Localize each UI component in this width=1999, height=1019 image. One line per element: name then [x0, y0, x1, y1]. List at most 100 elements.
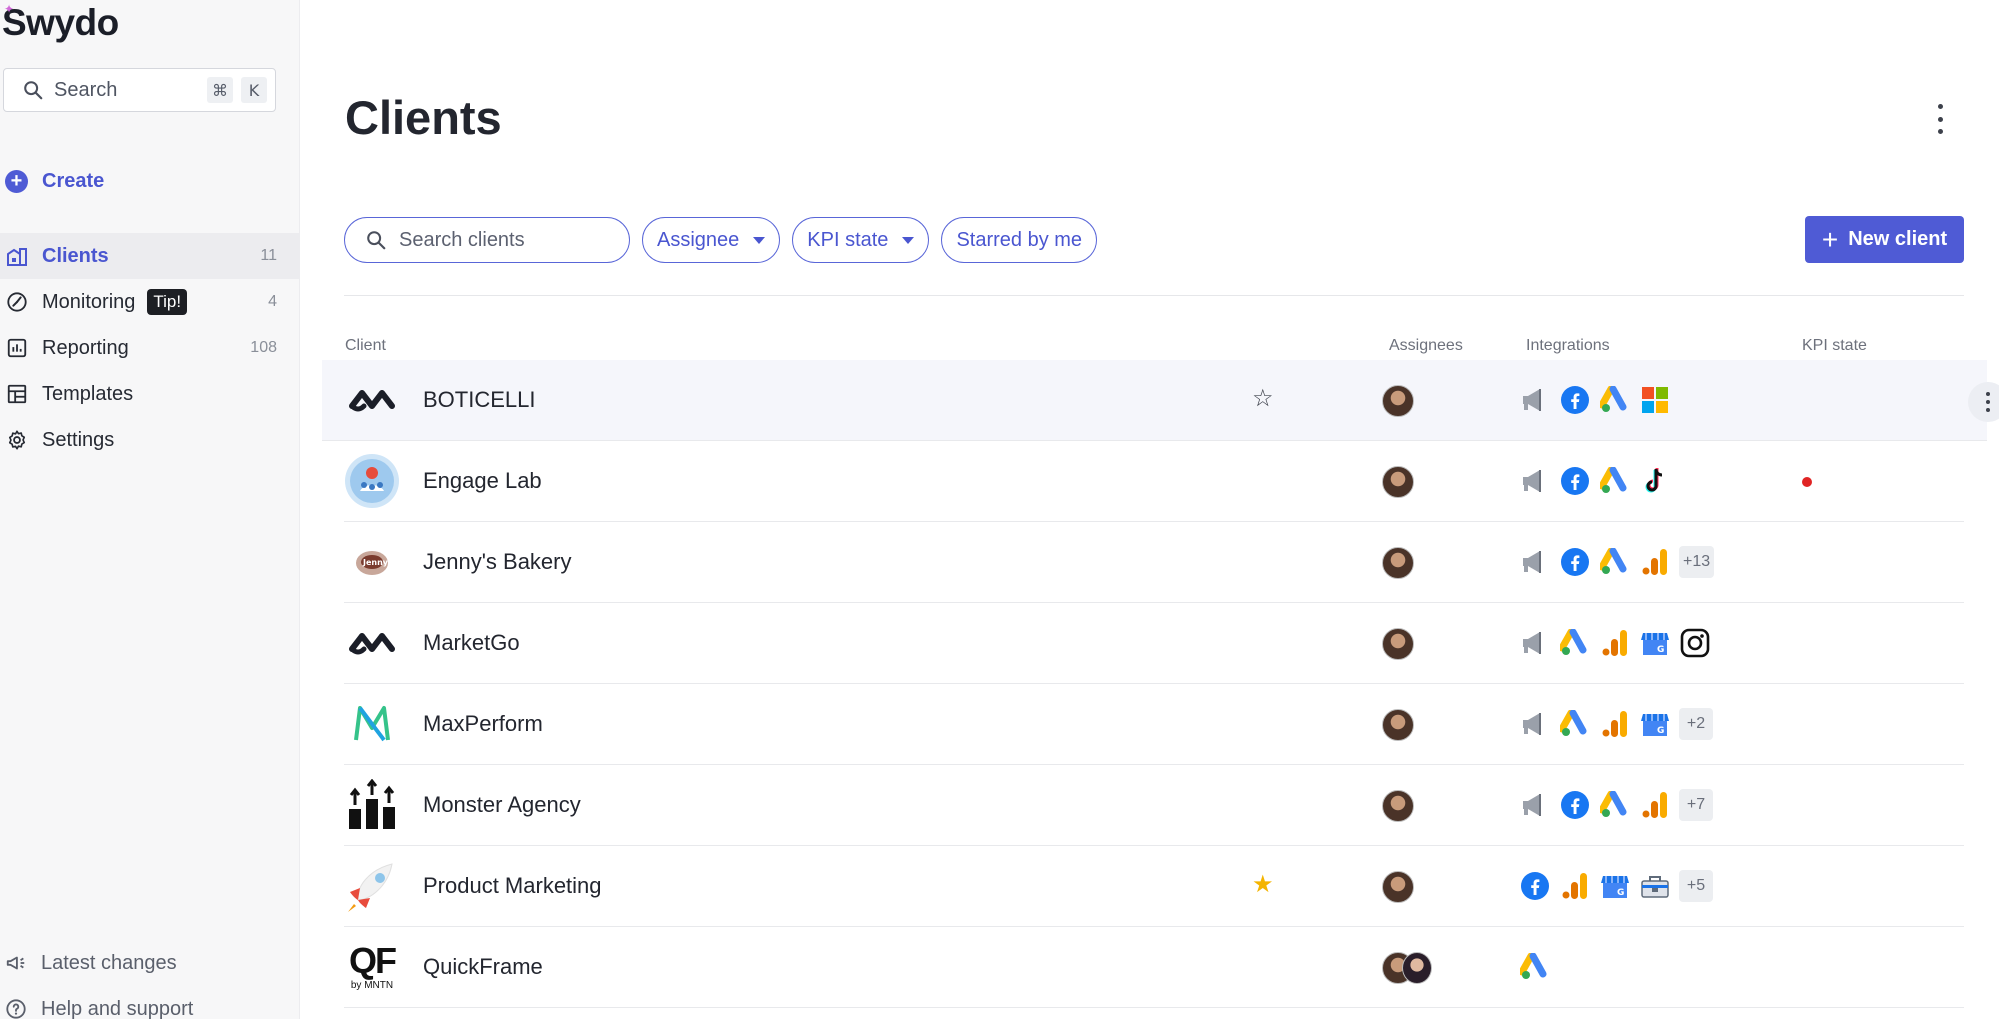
client-name[interactable]: Jenny's Bakery	[423, 549, 572, 575]
client-name[interactable]: MaxPerform	[423, 711, 543, 737]
table-row-content: MarketGo G	[344, 603, 1964, 683]
sidebar-item-count: 108	[250, 339, 277, 356]
sidebar-item-templates[interactable]: Templates	[0, 371, 299, 417]
kpi-state-filter[interactable]: KPI state	[792, 217, 930, 263]
more-integrations-badge[interactable]: +2	[1679, 708, 1713, 740]
assignee-avatar[interactable]	[1382, 871, 1414, 903]
new-client-label: New client	[1848, 228, 1948, 250]
search-clients-placeholder: Search clients	[399, 228, 525, 251]
help-support-link[interactable]: Help and support	[0, 986, 299, 1019]
table-row[interactable]: Engage Lab	[344, 441, 1964, 522]
assignee-avatar[interactable]	[1382, 547, 1414, 579]
facebook-icon	[1559, 465, 1591, 497]
more-integrations-badge[interactable]: +5	[1679, 870, 1713, 902]
assignee-avatar[interactable]	[1402, 952, 1432, 984]
bakery-logo: Jenny	[344, 534, 400, 590]
table-row[interactable]: MaxPerform G +2	[344, 684, 1964, 765]
megaphone-icon	[1519, 546, 1551, 578]
integrations-list	[1519, 949, 1559, 985]
analytics-icon	[1599, 627, 1631, 659]
latest-changes-label: Latest changes	[41, 951, 177, 974]
starred-by-me-filter[interactable]: Starred by me	[941, 217, 1098, 263]
create-label: Create	[42, 170, 105, 192]
quickframe-logo-subtext: by MNTN	[350, 980, 394, 991]
star-filled-icon[interactable]: ★	[1252, 873, 1274, 897]
sidebar-item-settings[interactable]: Settings	[0, 417, 299, 463]
table-row[interactable]: Jenny Jenny's Bakery +13	[344, 522, 1964, 603]
assignee-filter[interactable]: Assignee	[642, 217, 781, 263]
client-name[interactable]: Product Marketing	[423, 873, 602, 899]
sidebar-item-label: Settings	[42, 428, 115, 451]
column-header-kpi-state[interactable]: KPI state	[1802, 337, 1867, 355]
swydo-logo[interactable]: ✦ Swydo	[2, 2, 119, 44]
google-ads-icon	[1559, 627, 1591, 659]
microsoft-icon	[1639, 384, 1671, 416]
business-profile-icon: G	[1599, 870, 1631, 902]
assignee-avatar[interactable]	[1382, 466, 1414, 498]
google-ads-icon	[1519, 951, 1551, 983]
client-name[interactable]: QuickFrame	[423, 954, 543, 980]
sidebar-item-monitoring[interactable]: Monitoring Tip! 4	[0, 279, 299, 325]
assignee-avatar[interactable]	[1382, 790, 1414, 822]
analytics-icon	[1559, 870, 1591, 902]
latest-changes-link[interactable]: Latest changes	[0, 940, 299, 986]
client-name[interactable]: Monster Agency	[423, 792, 581, 818]
shortcut-command-key: ⌘	[207, 77, 233, 103]
sidebar-item-clients[interactable]: Clients 11	[0, 233, 299, 279]
assignee-avatar[interactable]	[1382, 709, 1414, 741]
integrations-list: G	[1519, 625, 1719, 661]
star-outline-icon[interactable]: ☆	[1252, 387, 1274, 411]
sidebar-nav: Clients 11 Monitoring Tip! 4 Reporting 1…	[0, 233, 299, 463]
analytics-icon	[1639, 546, 1671, 578]
google-ads-icon	[1599, 465, 1631, 497]
assignee-avatar[interactable]	[1382, 385, 1414, 417]
column-header-client[interactable]: Client	[345, 337, 386, 355]
sidebar-search-label: Search	[54, 78, 118, 101]
clients-building-icon	[5, 244, 29, 268]
megaphone-icon	[1519, 789, 1551, 821]
sidebar-search[interactable]: Search ⌘ K	[3, 68, 276, 112]
settings-gear-icon	[5, 428, 29, 452]
facebook-icon	[1519, 870, 1551, 902]
quickframe-logo: QF by MNTN	[344, 939, 400, 995]
page-menu-kebab-icon[interactable]	[1930, 104, 1950, 134]
column-header-integrations: Integrations	[1526, 337, 1610, 354]
table-row[interactable]: QF by MNTN QuickFrame	[344, 927, 1964, 1008]
starred-filter-label: Starred by me	[956, 228, 1083, 251]
client-name[interactable]: Engage Lab	[423, 468, 542, 494]
more-integrations-badge[interactable]: +7	[1679, 789, 1713, 821]
facebook-icon	[1559, 789, 1591, 821]
analytics-icon	[1639, 789, 1671, 821]
sidebar-item-count: 4	[268, 293, 277, 310]
row-menu-kebab-icon[interactable]	[1968, 382, 1999, 422]
help-support-label: Help and support	[41, 997, 194, 1019]
table-row[interactable]: Product Marketing ★ G +5	[344, 846, 1964, 927]
integrations-list: G +2	[1519, 706, 1713, 742]
sidebar-item-reporting[interactable]: Reporting 108	[0, 325, 299, 371]
google-ads-icon	[1559, 708, 1591, 740]
create-button[interactable]: + Create	[5, 170, 104, 193]
kpi-state-filter-label: KPI state	[807, 228, 889, 251]
megaphone-icon	[1519, 708, 1551, 740]
table-row[interactable]: MarketGo G	[344, 603, 1964, 684]
svg-text:Jenny: Jenny	[362, 558, 389, 567]
business-profile-icon: G	[1639, 627, 1671, 659]
sidebar-bottom: Latest changes Help and support	[0, 940, 299, 1019]
table-row[interactable]: BOTICELLI ☆	[322, 360, 1999, 441]
table-row[interactable]: Monster Agency +7	[344, 765, 1964, 846]
tip-badge[interactable]: Tip!	[147, 289, 188, 315]
column-header-assignees: Assignees	[1389, 337, 1463, 354]
new-client-button[interactable]: + New client	[1805, 216, 1964, 263]
client-name[interactable]: MarketGo	[423, 630, 520, 656]
search-clients-input[interactable]: Search clients	[344, 217, 630, 263]
more-integrations-badge[interactable]: +13	[1679, 546, 1715, 578]
table-row-content: Monster Agency +7	[344, 765, 1964, 845]
kpi-alert-dot	[1802, 477, 1812, 487]
table-row-content: BOTICELLI ☆	[344, 360, 1999, 440]
assignee-avatar[interactable]	[1382, 628, 1414, 660]
google-ads-icon	[1599, 384, 1631, 416]
sidebar: ✦ Swydo Search ⌘ K + Create Clients 11 Mo…	[0, 0, 300, 1019]
client-name[interactable]: BOTICELLI	[423, 387, 535, 413]
table-row-content: Product Marketing ★ G +5	[344, 846, 1964, 926]
search-icon	[24, 81, 43, 100]
